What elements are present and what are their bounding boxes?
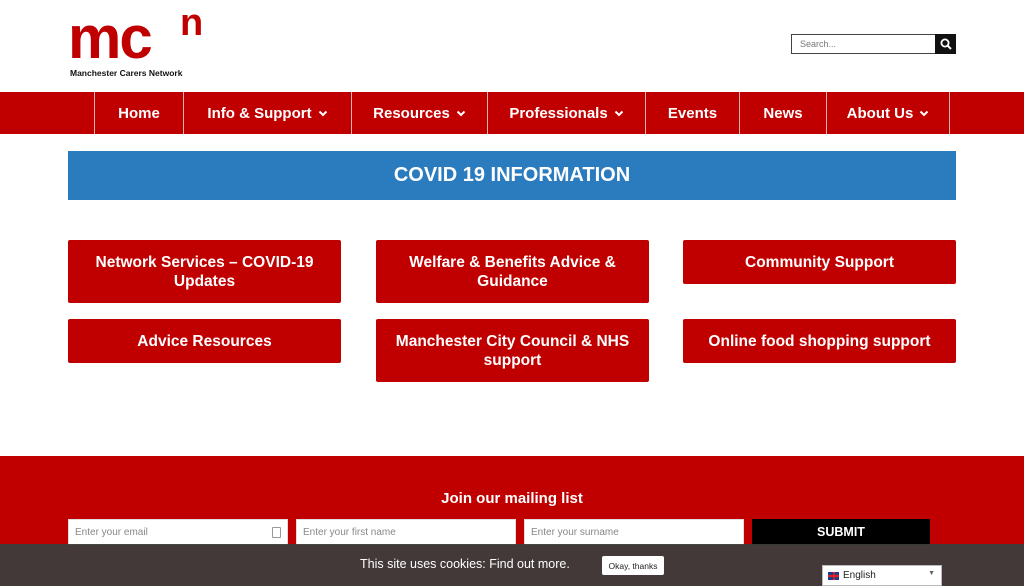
site-header: mc n Manchester Carers Network	[0, 0, 1024, 92]
tile-label: Online food shopping support	[708, 332, 931, 350]
search-form	[791, 34, 956, 54]
logo[interactable]: mc n Manchester Carers Network	[68, 4, 208, 82]
language-selected: English	[843, 570, 876, 581]
email-field[interactable]	[68, 519, 288, 545]
search-icon	[940, 38, 952, 50]
search-input[interactable]	[791, 34, 935, 54]
nav-item-resources[interactable]: Resources	[352, 92, 488, 134]
tile-online-food-shopping[interactable]: Online food shopping support	[683, 319, 956, 363]
nav-item-news[interactable]: News	[740, 92, 827, 134]
mailing-list-title: Join our mailing list	[441, 490, 583, 507]
tile-label: Welfare & Benefits Advice & Guidance	[409, 253, 616, 290]
search-button[interactable]	[935, 34, 956, 54]
chevron-down-icon	[919, 110, 929, 117]
nav-item-label: Professionals	[509, 104, 608, 122]
language-select[interactable]: English ▼	[822, 565, 942, 586]
logo-tagline: Manchester Carers Network	[70, 68, 183, 78]
main-nav: Home Info & Support Resources Profession…	[0, 92, 1024, 134]
nav-item-home[interactable]: Home	[95, 92, 184, 134]
dropdown-arrow-icon: ▼	[928, 570, 935, 577]
cookie-more-link[interactable]: Find out more.	[489, 557, 570, 571]
chevron-down-icon	[614, 110, 624, 117]
chevron-down-icon	[318, 110, 328, 117]
nav-item-label: Info & Support	[207, 104, 312, 122]
cookie-text: This site uses cookies:	[360, 557, 486, 571]
logo-superscript: n	[180, 2, 204, 44]
cookie-message: This site uses cookies: Find out more.	[360, 557, 570, 571]
nav-item-label: About Us	[846, 104, 914, 122]
covid-banner: COVID 19 INFORMATION	[68, 151, 956, 200]
nav-item-label: Home	[118, 104, 160, 122]
nav-item-events[interactable]: Events	[646, 92, 740, 134]
nav-item-label: Resources	[373, 104, 450, 122]
nav-item-professionals[interactable]: Professionals	[488, 92, 646, 134]
nav-item-label: Events	[667, 104, 718, 122]
nav-item-label: News	[763, 104, 803, 122]
covid-banner-title: COVID 19 INFORMATION	[393, 164, 631, 186]
tile-label: Community Support	[745, 253, 894, 271]
tile-welfare-benefits[interactable]: Welfare & Benefits Advice & Guidance	[376, 240, 649, 303]
cookie-accept-button[interactable]: Okay, thanks	[602, 556, 664, 575]
tile-label: Advice Resources	[137, 332, 272, 350]
nav-items: Home Info & Support Resources Profession…	[94, 92, 950, 134]
first-name-field[interactable]	[296, 519, 516, 545]
tile-community-support[interactable]: Community Support	[683, 240, 956, 284]
tile-label: Network Services – COVID-19 Updates	[95, 253, 314, 290]
tile-council-nhs[interactable]: Manchester City Council & NHS support	[376, 319, 649, 382]
contact-card-icon	[272, 527, 281, 538]
submit-button[interactable]: SUBMIT	[752, 519, 930, 545]
tile-network-services[interactable]: Network Services – COVID-19 Updates	[68, 240, 341, 303]
page: mc n Manchester Carers Network Home Info…	[0, 0, 1024, 586]
logo-mark: mc	[68, 4, 153, 71]
uk-flag-icon	[828, 571, 839, 580]
tile-advice-resources[interactable]: Advice Resources	[68, 319, 341, 363]
surname-field[interactable]	[524, 519, 744, 545]
chevron-down-icon	[456, 110, 466, 117]
nav-item-about-us[interactable]: About Us	[827, 92, 950, 134]
tile-label: Manchester City Council & NHS support	[395, 332, 630, 369]
nav-item-info-support[interactable]: Info & Support	[184, 92, 352, 134]
